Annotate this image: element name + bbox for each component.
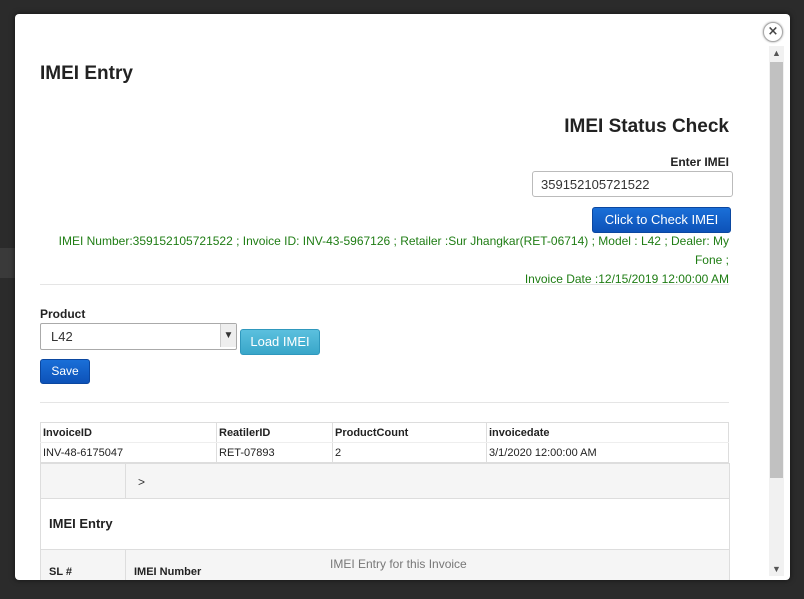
imei-input[interactable]	[532, 171, 733, 197]
background-overlay	[0, 248, 16, 278]
imei-entry-note: IMEI Entry for this Invoice	[330, 557, 467, 571]
cell-invoiceid: INV-48-6175047	[40, 442, 217, 463]
chevron-down-icon[interactable]: ▼	[220, 324, 236, 347]
close-icon[interactable]: ×	[763, 22, 783, 42]
enter-imei-label: Enter IMEI	[670, 155, 729, 169]
imei-entry-modal: IMEI Entry IMEI Status Check Enter IMEI …	[15, 14, 790, 580]
entry-nav-bar: >	[41, 464, 729, 499]
divider	[40, 402, 729, 403]
page-title: IMEI Entry	[40, 63, 133, 84]
col-header-imei-number: IMEI Number	[134, 566, 202, 578]
cell-invoicedate: 3/1/2020 12:00:00 AM	[486, 442, 729, 463]
col-header-invoicedate: invoicedate	[486, 422, 729, 443]
table-row[interactable]: INV-48-6175047 RET-07893 2 3/1/2020 12:0…	[40, 442, 729, 463]
imei-entry-title: IMEI Entry	[49, 516, 113, 531]
modal-scrollbar[interactable]: ▲ ▼	[769, 46, 784, 576]
product-select[interactable]: L42 ▼	[40, 323, 237, 350]
load-imei-button[interactable]: Load IMEI	[240, 329, 320, 355]
product-label: Product	[40, 307, 86, 321]
divider	[40, 284, 729, 285]
imei-status-result: IMEI Number:359152105721522 ; Invoice ID…	[29, 232, 729, 289]
expand-arrow[interactable]: >	[138, 475, 145, 489]
imei-entry-header: SL # IMEI Number IMEI Entry for this Inv…	[41, 549, 729, 580]
modal-content: IMEI Entry IMEI Status Check Enter IMEI …	[15, 14, 769, 580]
product-select-value: L42	[51, 329, 73, 344]
result-line-2: Invoice Date :12/15/2019 12:00:00 AM	[524, 272, 729, 286]
scroll-thumb[interactable]	[770, 62, 783, 478]
check-imei-button[interactable]: Click to Check IMEI	[592, 207, 731, 233]
imei-entry-panel: > IMEI Entry SL # IMEI Number IMEI Entry…	[40, 463, 730, 580]
col-header-retailerid: ReatilerID	[216, 422, 333, 443]
invoice-table: InvoiceID ReatilerID ProductCount invoic…	[40, 422, 729, 463]
cell-retailerid: RET-07893	[216, 442, 333, 463]
save-button[interactable]: Save	[40, 359, 90, 384]
column-separator	[125, 550, 126, 580]
cell-productcount: 2	[332, 442, 487, 463]
table-header-row: InvoiceID ReatilerID ProductCount invoic…	[40, 422, 729, 443]
entry-nav-cell	[41, 464, 126, 498]
result-line-1: IMEI Number:359152105721522 ; Invoice ID…	[58, 234, 729, 267]
scroll-down-icon[interactable]: ▼	[769, 562, 784, 576]
col-header-productcount: ProductCount	[332, 422, 487, 443]
col-header-sl: SL #	[49, 566, 73, 578]
col-header-invoiceid: InvoiceID	[40, 422, 217, 443]
scroll-up-icon[interactable]: ▲	[769, 46, 784, 60]
status-check-title: IMEI Status Check	[564, 116, 729, 137]
